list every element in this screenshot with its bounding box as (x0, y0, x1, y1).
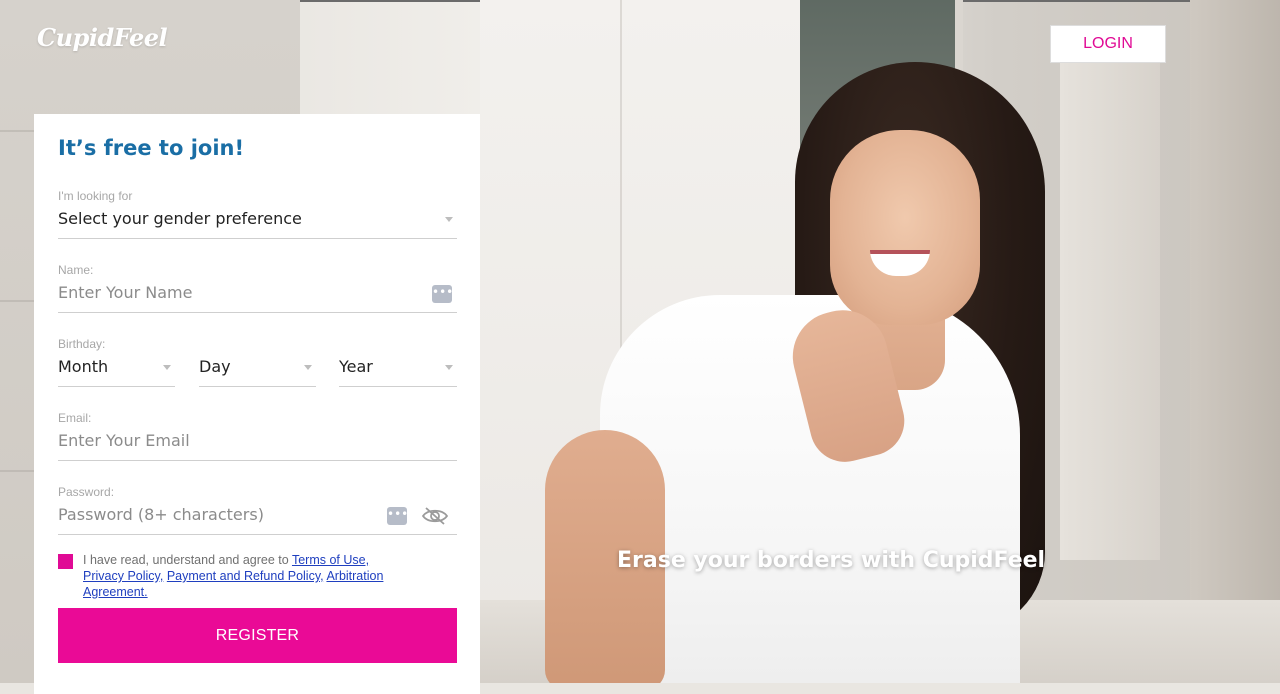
background-pillar (1190, 0, 1280, 683)
background-pillar (1060, 60, 1160, 560)
registration-card: It’s free to join! I'm looking for Selec… (34, 114, 480, 694)
refund-policy-link[interactable]: Payment and Refund Policy, (167, 569, 324, 583)
site-logo[interactable]: CupidFeel (37, 23, 168, 52)
email-input[interactable]: Enter Your Email (58, 423, 457, 461)
hero-person-image (545, 50, 1065, 683)
chevron-down-icon (445, 217, 453, 222)
chevron-down-icon (304, 365, 312, 370)
gender-preference-value: Select your gender preference (58, 209, 302, 228)
eye-slash-icon[interactable] (421, 506, 449, 526)
birth-year-value: Year (339, 357, 373, 376)
gender-preference-select[interactable]: Select your gender preference (58, 201, 457, 239)
birth-day-value: Day (199, 357, 231, 376)
chevron-down-icon (445, 365, 453, 370)
birth-year-select[interactable]: Year (339, 349, 457, 387)
name-placeholder: Enter Your Name (58, 283, 193, 302)
privacy-policy-link[interactable]: Privacy Policy, (83, 569, 163, 583)
login-button[interactable]: LOGIN (1050, 25, 1166, 63)
dots-icon[interactable]: ••• (432, 285, 453, 303)
form-title: It’s free to join! (58, 136, 245, 160)
name-input[interactable]: Enter Your Name ••• (58, 275, 457, 313)
register-button[interactable]: REGISTER (58, 608, 457, 663)
hero-tagline: Erase your borders with CupidFeel (617, 548, 1046, 573)
birth-month-select[interactable]: Month (58, 349, 175, 387)
birth-day-select[interactable]: Day (199, 349, 316, 387)
terms-of-use-link[interactable]: Terms of Use, (292, 553, 369, 567)
terms-text: I have read, understand and agree to Ter… (83, 552, 413, 600)
birth-month-value: Month (58, 357, 109, 376)
password-input[interactable]: Password (8+ characters) ••• (58, 497, 457, 535)
person-face (830, 130, 980, 325)
terms-prefix: I have read, understand and agree to (83, 553, 292, 567)
email-placeholder: Enter Your Email (58, 431, 190, 450)
password-placeholder: Password (8+ characters) (58, 505, 264, 524)
terms-checkbox[interactable] (58, 554, 73, 569)
dots-icon[interactable]: ••• (387, 507, 408, 525)
chevron-down-icon (163, 365, 171, 370)
